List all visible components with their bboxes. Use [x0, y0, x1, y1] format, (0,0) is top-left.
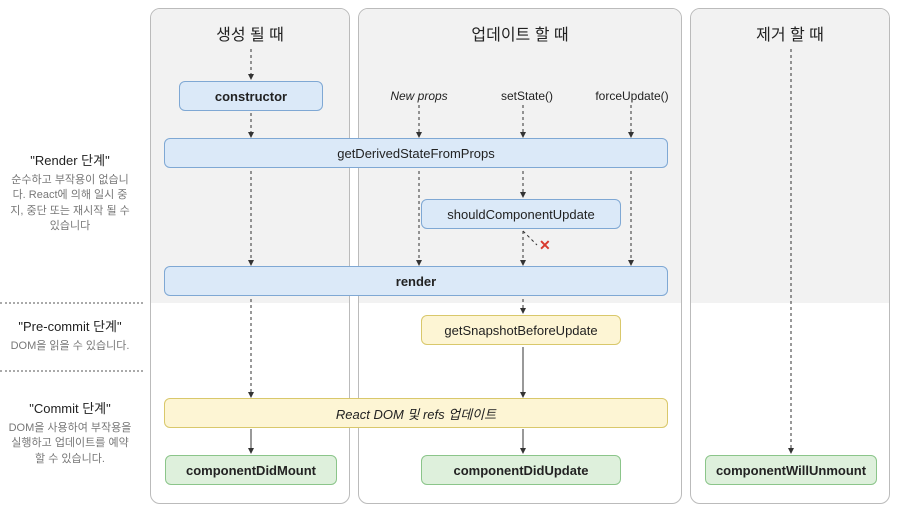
trigger-new-props: New props [379, 89, 459, 103]
box-component-will-unmount[interactable]: componentWillUnmount [705, 455, 877, 485]
phase-commit-desc: DOM을 사용하여 부작용을 실행하고 업데이트를 예약 할 수 있습니다. [6, 421, 134, 467]
box-react-dom-refs: React DOM 및 refs 업데이트 [164, 398, 668, 428]
col-mount: 생성 될 때 constructor componentDidMount [150, 8, 350, 504]
sidebar: "Render 단계" 순수하고 부작용이 없습니다. React에 의해 일시… [0, 0, 150, 513]
box-component-did-mount[interactable]: componentDidMount [165, 455, 337, 485]
box-render[interactable]: render [164, 266, 668, 296]
trigger-force-update: forceUpdate() [587, 89, 677, 103]
col-unmount-title: 제거 할 때 [691, 21, 889, 45]
col-update: 업데이트 할 때 New props setState() forceUpdat… [358, 8, 682, 504]
lifecycle-diagram: "Render 단계" 순수하고 부작용이 없습니다. React에 의해 일시… [0, 0, 900, 513]
phase-precommit-title: "Pre-commit 단계" [6, 316, 134, 335]
phase-commit: "Commit 단계" DOM을 사용하여 부작용을 실행하고 업데이트를 예약… [0, 398, 140, 467]
col-unmount-shade [691, 9, 889, 303]
columns: 생성 될 때 constructor componentDidMount 업데이… [150, 8, 894, 508]
box-should-component-update[interactable]: shouldComponentUpdate [421, 199, 621, 229]
col-unmount: 제거 할 때 componentWillUnmount [690, 8, 890, 504]
col-update-title: 업데이트 할 때 [359, 21, 681, 45]
box-get-derived-state-from-props[interactable]: getDerivedStateFromProps [164, 138, 668, 168]
x-icon: ✕ [539, 237, 551, 254]
trigger-set-state: setState() [487, 89, 567, 103]
col-mount-title: 생성 될 때 [151, 21, 349, 45]
phase-render-desc: 순수하고 부작용이 없습니다. React에 의해 일시 중지, 중단 또는 재… [6, 173, 134, 235]
phase-precommit-desc: DOM을 읽을 수 있습니다. [6, 339, 134, 354]
phase-divider-2 [0, 370, 143, 372]
phase-divider-1 [0, 302, 143, 304]
phase-render: "Render 단계" 순수하고 부작용이 없습니다. React에 의해 일시… [0, 150, 140, 235]
box-get-snapshot-before-update[interactable]: getSnapshotBeforeUpdate [421, 315, 621, 345]
box-constructor[interactable]: constructor [179, 81, 323, 111]
phase-render-title: "Render 단계" [6, 150, 134, 169]
box-component-did-update[interactable]: componentDidUpdate [421, 455, 621, 485]
phase-precommit: "Pre-commit 단계" DOM을 읽을 수 있습니다. [0, 316, 140, 354]
phase-commit-title: "Commit 단계" [6, 398, 134, 417]
